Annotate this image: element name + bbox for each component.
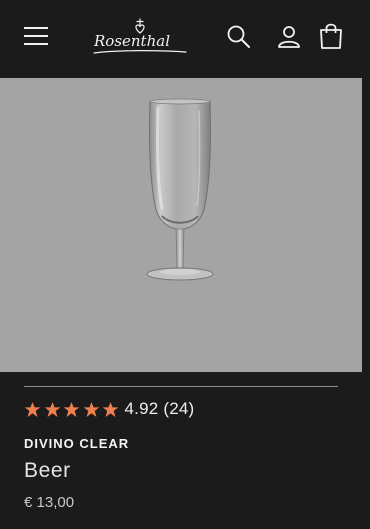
product-rating[interactable]: 4.92 (24) — [24, 398, 194, 420]
account-icon[interactable] — [276, 24, 302, 50]
cart-icon[interactable] — [318, 22, 344, 50]
product-collection: DIVINO CLEAR — [24, 436, 130, 451]
rosenthal-logo[interactable]: Rosenthal — [88, 16, 192, 60]
rating-count[interactable]: (24) — [163, 399, 194, 418]
star-icon — [24, 401, 41, 417]
product-price: € 13,00 — [24, 494, 75, 511]
star-icon — [83, 401, 99, 417]
rating-score: 4.92 — [124, 399, 159, 418]
product-image[interactable] — [0, 78, 362, 372]
star-icon — [102, 401, 119, 417]
logo-wordmark: Rosenthal — [93, 32, 170, 50]
star-icon — [44, 401, 60, 417]
rating-value: 4.92 (24) — [125, 399, 195, 419]
star-icon — [63, 401, 80, 417]
search-icon[interactable] — [226, 24, 252, 50]
beer-glass-image — [146, 98, 214, 281]
divider — [24, 386, 338, 387]
site-header: Rosenthal — [0, 0, 370, 78]
product-name: Beer — [24, 459, 71, 482]
menu-icon[interactable] — [24, 24, 50, 48]
